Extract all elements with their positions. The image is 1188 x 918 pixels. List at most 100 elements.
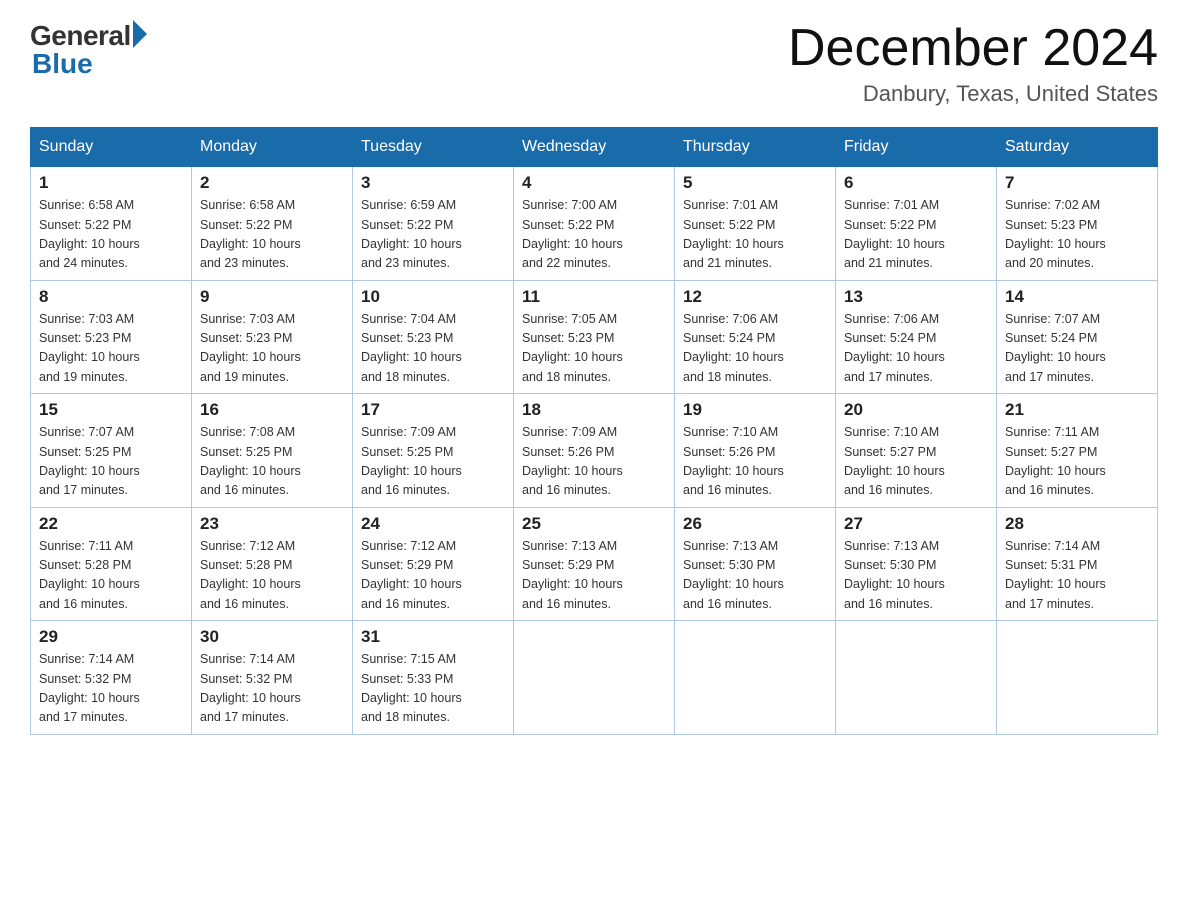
calendar-table: SundayMondayTuesdayWednesdayThursdayFrid… [30,127,1158,735]
calendar-header-monday: Monday [192,128,353,167]
day-number: 29 [39,627,183,647]
day-info: Sunrise: 7:06 AMSunset: 5:24 PMDaylight:… [683,310,827,388]
calendar-cell: 7Sunrise: 7:02 AMSunset: 5:23 PMDaylight… [997,167,1158,281]
calendar-cell: 14 Sunrise: 7:07 AMSunset: 5:24 PMDayligh… [997,280,1158,394]
day-info: Sunrise: 7:13 AMSunset: 5:30 PMDaylight:… [844,537,988,615]
day-info: Sunrise: 7:11 AMSunset: 5:28 PMDaylight:… [39,537,183,615]
day-info: Sunrise: 7:10 AMSunset: 5:27 PMDaylight:… [844,423,988,501]
day-info: Sunrise: 7:01 AMSunset: 5:22 PMDaylight:… [683,196,827,274]
logo: General Blue [30,20,147,80]
day-info: Sunrise: 7:04 AMSunset: 5:23 PMDaylight:… [361,310,505,388]
day-number: 30 [200,627,344,647]
calendar-cell: 4Sunrise: 7:00 AMSunset: 5:22 PMDaylight… [514,167,675,281]
calendar-cell: 8 Sunrise: 7:03 AMSunset: 5:23 PMDaylight… [31,280,192,394]
location-subtitle: Danbury, Texas, United States [788,81,1158,107]
logo-blue-text: Blue [32,48,93,80]
day-info: Sunrise: 7:07 AMSunset: 5:24 PMDaylight:… [1005,310,1149,388]
calendar-cell: 17 Sunrise: 7:09 AMSunset: 5:25 PMDayligh… [353,394,514,508]
day-info: Sunrise: 7:14 AMSunset: 5:32 PMDaylight:… [39,650,183,728]
day-info: Sunrise: 7:10 AMSunset: 5:26 PMDaylight:… [683,423,827,501]
calendar-cell: 20 Sunrise: 7:10 AMSunset: 5:27 PMDayligh… [836,394,997,508]
day-info: Sunrise: 6:59 AMSunset: 5:22 PMDaylight:… [361,196,505,274]
calendar-cell: 5 Sunrise: 7:01 AMSunset: 5:22 PMDaylight… [675,167,836,281]
day-info: Sunrise: 7:09 AMSunset: 5:25 PMDaylight:… [361,423,505,501]
day-info: Sunrise: 7:00 AMSunset: 5:22 PMDaylight:… [522,196,666,274]
calendar-cell [836,621,997,735]
day-number: 13 [844,287,988,307]
day-number: 3 [361,173,505,193]
calendar-cell: 25 Sunrise: 7:13 AMSunset: 5:29 PMDayligh… [514,507,675,621]
calendar-cell [514,621,675,735]
day-info: Sunrise: 7:11 AMSunset: 5:27 PMDaylight:… [1005,423,1149,501]
calendar-cell: 31 Sunrise: 7:15 AMSunset: 5:33 PMDayligh… [353,621,514,735]
day-number: 1 [39,173,183,193]
calendar-header-wednesday: Wednesday [514,128,675,167]
day-number: 14 [1005,287,1149,307]
calendar-cell: 9 Sunrise: 7:03 AMSunset: 5:23 PMDaylight… [192,280,353,394]
day-number: 12 [683,287,827,307]
day-number: 5 [683,173,827,193]
month-year-title: December 2024 [788,20,1158,77]
calendar-cell: 3 Sunrise: 6:59 AMSunset: 5:22 PMDaylight… [353,167,514,281]
day-info: Sunrise: 6:58 AMSunset: 5:22 PMDaylight:… [39,196,183,274]
day-info: Sunrise: 6:58 AMSunset: 5:22 PMDaylight:… [200,196,344,274]
calendar-week-row: 8 Sunrise: 7:03 AMSunset: 5:23 PMDaylight… [31,280,1158,394]
calendar-cell: 1 Sunrise: 6:58 AMSunset: 5:22 PMDaylight… [31,167,192,281]
calendar-week-row: 29 Sunrise: 7:14 AMSunset: 5:32 PMDayligh… [31,621,1158,735]
calendar-cell [675,621,836,735]
day-number: 7 [1005,173,1149,193]
day-number: 27 [844,514,988,534]
day-info: Sunrise: 7:07 AMSunset: 5:25 PMDaylight:… [39,423,183,501]
day-number: 8 [39,287,183,307]
day-info: Sunrise: 7:03 AMSunset: 5:23 PMDaylight:… [200,310,344,388]
calendar-cell: 23Sunrise: 7:12 AMSunset: 5:28 PMDayligh… [192,507,353,621]
calendar-cell: 13Sunrise: 7:06 AMSunset: 5:24 PMDayligh… [836,280,997,394]
day-number: 2 [200,173,344,193]
day-number: 24 [361,514,505,534]
calendar-week-row: 1 Sunrise: 6:58 AMSunset: 5:22 PMDaylight… [31,167,1158,281]
day-number: 18 [522,400,666,420]
day-number: 16 [200,400,344,420]
calendar-cell: 21 Sunrise: 7:11 AMSunset: 5:27 PMDayligh… [997,394,1158,508]
calendar-cell: 26Sunrise: 7:13 AMSunset: 5:30 PMDayligh… [675,507,836,621]
day-info: Sunrise: 7:08 AMSunset: 5:25 PMDaylight:… [200,423,344,501]
day-info: Sunrise: 7:14 AMSunset: 5:32 PMDaylight:… [200,650,344,728]
calendar-header-thursday: Thursday [675,128,836,167]
calendar-cell: 6 Sunrise: 7:01 AMSunset: 5:22 PMDaylight… [836,167,997,281]
calendar-cell [997,621,1158,735]
day-info: Sunrise: 7:03 AMSunset: 5:23 PMDaylight:… [39,310,183,388]
calendar-header-saturday: Saturday [997,128,1158,167]
day-number: 10 [361,287,505,307]
page-header: General Blue December 2024 Danbury, Texa… [30,20,1158,107]
day-info: Sunrise: 7:12 AMSunset: 5:29 PMDaylight:… [361,537,505,615]
calendar-header-sunday: Sunday [31,128,192,167]
day-number: 11 [522,287,666,307]
day-number: 25 [522,514,666,534]
calendar-cell: 27 Sunrise: 7:13 AMSunset: 5:30 PMDayligh… [836,507,997,621]
day-info: Sunrise: 7:05 AMSunset: 5:23 PMDaylight:… [522,310,666,388]
calendar-header-row: SundayMondayTuesdayWednesdayThursdayFrid… [31,128,1158,167]
calendar-cell: 22 Sunrise: 7:11 AMSunset: 5:28 PMDayligh… [31,507,192,621]
day-number: 26 [683,514,827,534]
day-number: 31 [361,627,505,647]
calendar-cell: 19 Sunrise: 7:10 AMSunset: 5:26 PMDayligh… [675,394,836,508]
calendar-cell: 24 Sunrise: 7:12 AMSunset: 5:29 PMDayligh… [353,507,514,621]
day-number: 19 [683,400,827,420]
day-number: 6 [844,173,988,193]
day-info: Sunrise: 7:09 AMSunset: 5:26 PMDaylight:… [522,423,666,501]
day-number: 17 [361,400,505,420]
calendar-header-tuesday: Tuesday [353,128,514,167]
calendar-cell: 29 Sunrise: 7:14 AMSunset: 5:32 PMDayligh… [31,621,192,735]
calendar-cell: 30 Sunrise: 7:14 AMSunset: 5:32 PMDayligh… [192,621,353,735]
day-number: 9 [200,287,344,307]
day-number: 15 [39,400,183,420]
day-info: Sunrise: 7:13 AMSunset: 5:29 PMDaylight:… [522,537,666,615]
day-number: 22 [39,514,183,534]
day-info: Sunrise: 7:15 AMSunset: 5:33 PMDaylight:… [361,650,505,728]
day-info: Sunrise: 7:01 AMSunset: 5:22 PMDaylight:… [844,196,988,274]
day-number: 20 [844,400,988,420]
title-block: December 2024 Danbury, Texas, United Sta… [788,20,1158,107]
calendar-cell: 28Sunrise: 7:14 AMSunset: 5:31 PMDayligh… [997,507,1158,621]
day-number: 21 [1005,400,1149,420]
calendar-cell: 10 Sunrise: 7:04 AMSunset: 5:23 PMDayligh… [353,280,514,394]
